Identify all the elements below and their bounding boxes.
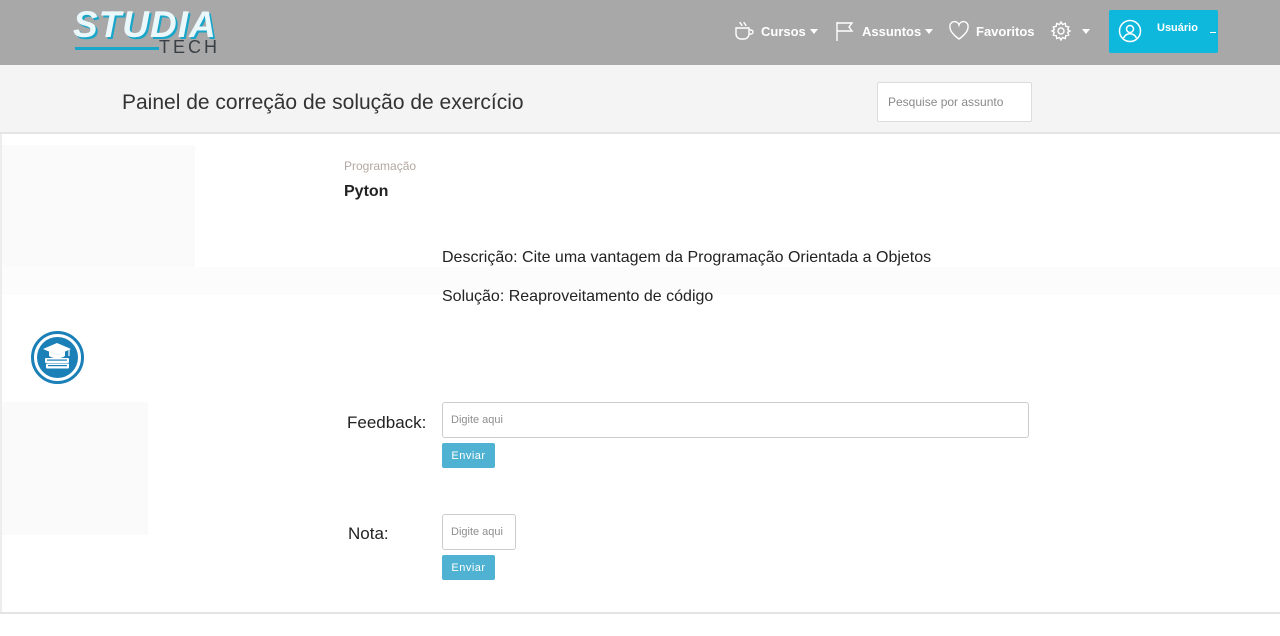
flag-icon [834, 20, 856, 42]
settings-menu[interactable] [1050, 19, 1090, 43]
exercise-category: Programação [344, 159, 417, 173]
exercise-description: Descrição: Cite uma vantagem da Programa… [442, 249, 932, 266]
heart-icon [948, 20, 970, 42]
exercise-solution: Solução: Reaproveitamento de código [442, 288, 714, 305]
divider [0, 612, 1280, 614]
nav-subjects[interactable]: Assuntos [834, 19, 934, 43]
feedback-label: Feedback: [347, 413, 427, 432]
grade-input[interactable] [442, 514, 516, 550]
user-name: Usuário [1157, 22, 1198, 34]
nav-courses[interactable]: Cursos [733, 19, 818, 43]
search-input[interactable] [877, 82, 1032, 122]
grade-label: Nota: [348, 524, 389, 543]
nav-favorites-label: Favoritos [976, 23, 1035, 39]
chevron-down-icon [1210, 32, 1216, 33]
logo-underline [75, 47, 159, 50]
user-menu-button[interactable]: Usuário [1109, 10, 1218, 53]
chevron-down-icon [1082, 28, 1090, 34]
feedback-input[interactable] [442, 402, 1029, 438]
user-circle-icon [1118, 19, 1142, 48]
nav-subjects-label: Assuntos [862, 23, 922, 39]
page-header: Painel de correção de solução de exercíc… [0, 65, 1280, 134]
chevron-down-icon [925, 28, 934, 34]
coffee-cup-icon [733, 20, 755, 42]
exercise-topic: Pyton [344, 183, 389, 200]
grade-send-button[interactable]: Enviar [442, 555, 495, 580]
chevron-down-icon [809, 28, 818, 34]
top-navbar: STUDIA TECH Cursos Assuntos Favoritos Us… [0, 0, 1280, 65]
graduation-cap-books-icon[interactable] [31, 331, 84, 384]
gear-icon [1050, 20, 1072, 42]
background-panel [0, 145, 195, 267]
nav-courses-label: Cursos [761, 23, 806, 39]
logo-sub-text: TECH [159, 37, 220, 57]
studia-tech-logo[interactable]: STUDIA TECH [73, 6, 218, 58]
feedback-send-button[interactable]: Enviar [442, 443, 495, 468]
left-border [0, 134, 2, 612]
page-title: Painel de correção de solução de exercíc… [122, 91, 524, 114]
background-panel [0, 402, 148, 535]
nav-favorites[interactable]: Favoritos [948, 19, 1035, 43]
